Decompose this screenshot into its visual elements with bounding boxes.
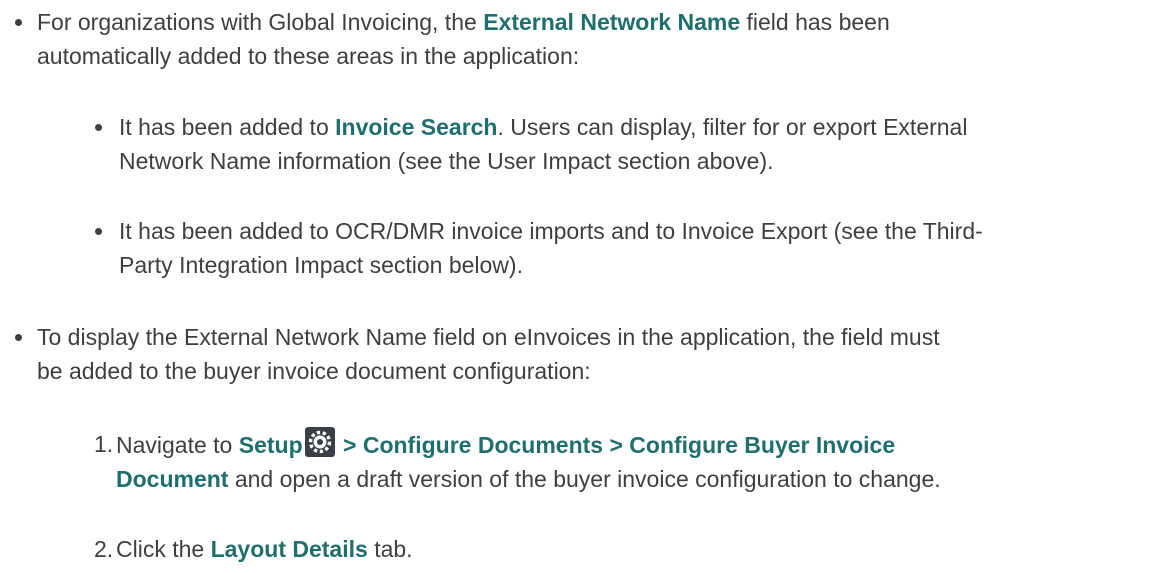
step-number: 2. <box>94 536 114 562</box>
list-item-line: To display the External Network Name fie… <box>37 324 940 350</box>
text: Click the <box>116 536 211 562</box>
bullet-marker <box>95 228 102 235</box>
text: . Users can display, filter for or expor… <box>497 114 968 140</box>
text: It has been added to <box>119 114 336 140</box>
bullet-marker <box>95 124 102 131</box>
text: Navigate to <box>116 432 239 458</box>
text: and open a draft version of the buyer in… <box>228 466 941 492</box>
list-item-line: Network Name information (see the User I… <box>119 148 774 174</box>
document: For organizations with Global Invoicing,… <box>0 0 1152 573</box>
setup-strong: Setup <box>238 432 303 458</box>
list-item: It has been added to OCR/DMR invoice imp… <box>119 214 1149 282</box>
text: For organizations with Global Invoicing,… <box>37 9 484 35</box>
list-item: It has been added to Invoice Search. Use… <box>119 110 1149 178</box>
step-number: 1. <box>94 431 114 457</box>
list-item-line: Party Integration Impact section below). <box>119 252 523 278</box>
bullet-marker <box>15 334 22 341</box>
step-item: Navigate to Setup > Configure Documents … <box>116 427 1146 496</box>
step-line: Navigate to Setup > Configure Documents … <box>116 427 1146 462</box>
path-strong: Document <box>116 466 229 492</box>
gear-icon <box>304 427 335 457</box>
step-item: Click the Layout Details tab. <box>116 532 1146 566</box>
list-item: For organizations with Global Invoicing,… <box>37 5 1137 73</box>
layout-details-strong: Layout Details <box>210 536 368 562</box>
step-line: Document and open a draft version of the… <box>116 462 1146 496</box>
field-name-strong: External Network Name <box>483 9 741 35</box>
text: field has been <box>740 9 890 35</box>
invoice-search-strong: Invoice Search <box>335 114 498 140</box>
list-item-line: It has been added to OCR/DMR invoice imp… <box>119 218 983 244</box>
path-strong: > Configure Documents > Configure Buyer … <box>336 432 896 458</box>
list-item-line: For organizations with Global Invoicing,… <box>37 5 1137 39</box>
text: tab. <box>367 536 413 562</box>
bullet-marker <box>15 19 22 26</box>
list-item: To display the External Network Name fie… <box>37 320 1147 388</box>
list-item-line: It has been added to Invoice Search. Use… <box>119 110 1149 144</box>
list-item-line: be added to the buyer invoice document c… <box>37 358 591 384</box>
list-item-line: automatically added to these areas in th… <box>37 43 580 69</box>
step-line: Click the Layout Details tab. <box>116 532 1146 566</box>
